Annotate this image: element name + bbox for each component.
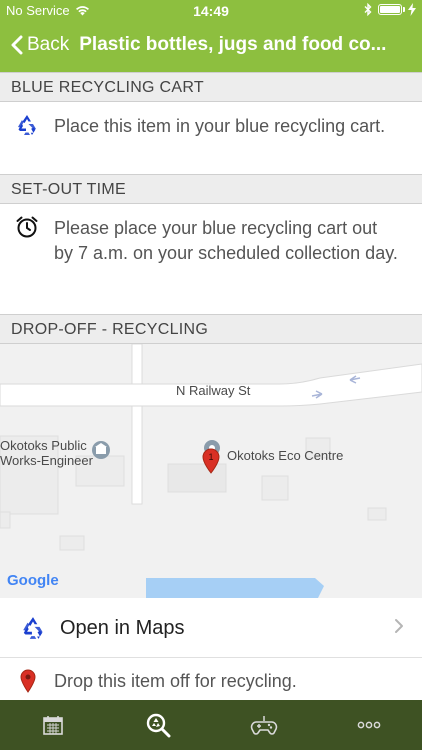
section-header-blue-cart: BLUE RECYCLING CART <box>0 72 422 102</box>
blue-cart-row: Place this item in your blue recycling c… <box>0 102 422 174</box>
map-marker-number: 1 <box>208 452 213 462</box>
chevron-right-icon <box>395 619 403 633</box>
charging-bolt-icon <box>408 3 416 16</box>
status-right-group <box>364 3 416 16</box>
map-pin-icon <box>20 669 36 693</box>
map-marker-icon[interactable]: 1 <box>202 448 220 474</box>
section-header-drop-off: DROP-OFF - RECYCLING <box>0 314 422 344</box>
drop-off-text: Drop this item off for recycling. <box>54 671 297 691</box>
alarm-clock-icon <box>16 216 38 238</box>
tab-calendar[interactable] <box>0 700 106 750</box>
back-button[interactable]: Back <box>0 34 69 56</box>
set-out-text: Please place your blue recycling cart ou… <box>54 218 398 263</box>
recycle-icon <box>23 617 43 639</box>
open-in-maps-row[interactable]: Open in Maps <box>0 598 422 658</box>
more-icon <box>357 721 381 729</box>
street-label: N Railway St <box>176 383 251 398</box>
google-logo: Google <box>7 572 59 589</box>
tab-more[interactable] <box>317 700 422 750</box>
poi-public-works-label: Okotoks Public Works-Engineer <box>0 438 93 468</box>
section-header-label: DROP-OFF - RECYCLING <box>11 321 209 338</box>
drop-off-row: Drop this item off for recycling. <box>0 659 422 700</box>
open-in-maps-label: Open in Maps <box>60 617 185 639</box>
bluetooth-icon <box>364 3 372 16</box>
calendar-icon <box>42 716 63 735</box>
status-bar: No Service 14:49 <box>0 0 422 22</box>
search-recycle-icon <box>147 713 171 738</box>
poi-eco-centre-label[interactable]: Okotoks Eco Centre <box>227 448 343 463</box>
section-header-label: BLUE RECYCLING CART <box>11 79 205 96</box>
status-time: 14:49 <box>193 3 229 19</box>
back-label: Back <box>27 34 70 55</box>
section-header-set-out: SET-OUT TIME <box>0 174 422 204</box>
tab-game[interactable] <box>211 700 317 750</box>
top-bar: No Service 14:49 Back Plastic bottles, j… <box>0 0 422 72</box>
tab-search[interactable] <box>106 700 212 750</box>
set-out-row: Please place your blue recycling cart ou… <box>0 204 422 306</box>
game-controller-icon <box>250 716 277 735</box>
section-header-label: SET-OUT TIME <box>11 181 127 198</box>
map-view[interactable]: N Railway St Okotoks Public Works-Engine… <box>0 344 422 598</box>
government-building-icon <box>92 441 110 459</box>
tab-bar <box>0 700 422 750</box>
blue-cart-text: Place this item in your blue recycling c… <box>54 116 386 136</box>
page-title: Plastic bottles, jugs and food co... <box>79 34 387 55</box>
recycle-icon <box>18 115 36 135</box>
battery-icon <box>378 4 405 15</box>
navigation-bar: Back Plastic bottles, jugs and food co..… <box>0 22 422 68</box>
chevron-left-icon <box>11 35 23 55</box>
